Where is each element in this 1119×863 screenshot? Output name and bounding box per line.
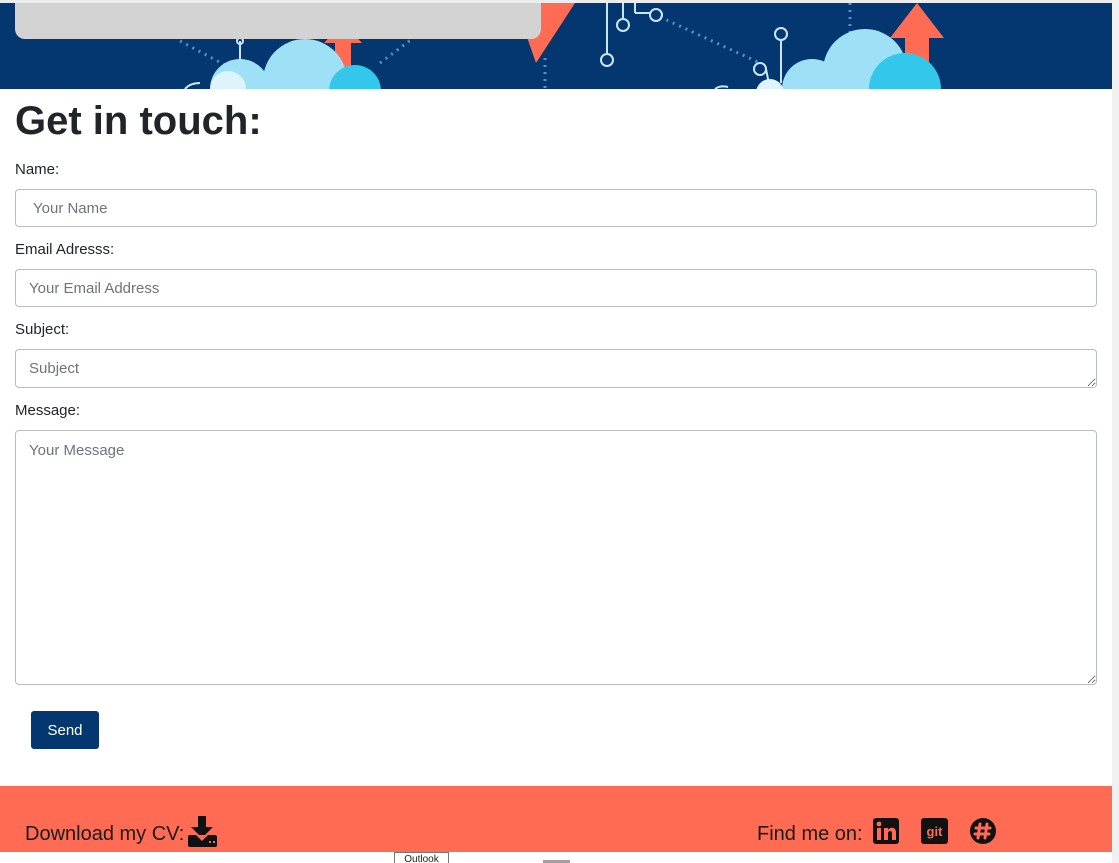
subject-label: Subject:	[15, 321, 70, 338]
send-button[interactable]: Send	[31, 711, 99, 749]
download-icon[interactable]	[186, 815, 219, 852]
svg-text:git: git	[927, 824, 944, 839]
scrollbar-track[interactable]	[1112, 0, 1119, 863]
name-label: Name:	[15, 161, 60, 178]
find-me-text: Find me on:	[757, 823, 863, 845]
page-title: Get in touch:	[15, 99, 262, 143]
git-icon[interactable]: git	[921, 818, 948, 849]
subject-input[interactable]	[15, 349, 1097, 388]
download-cv-text: Download my CV:	[25, 823, 185, 845]
hero-banner	[0, 3, 1112, 89]
email-label: Email Adresss:	[15, 241, 115, 258]
message-label: Message:	[15, 402, 81, 419]
page: Get in touch: Name: Email Adresss: Subje…	[0, 0, 1119, 863]
linkedin-icon[interactable]	[873, 818, 899, 849]
message-input[interactable]	[15, 430, 1097, 685]
outlook-tooltip: Outlook	[394, 852, 449, 863]
email-input[interactable]	[15, 269, 1097, 307]
search-bar-placeholder[interactable]	[15, 3, 541, 39]
name-input[interactable]	[15, 189, 1097, 227]
slack-icon[interactable]	[969, 817, 997, 850]
footer: Download my CV: Find me on: git	[0, 786, 1112, 852]
